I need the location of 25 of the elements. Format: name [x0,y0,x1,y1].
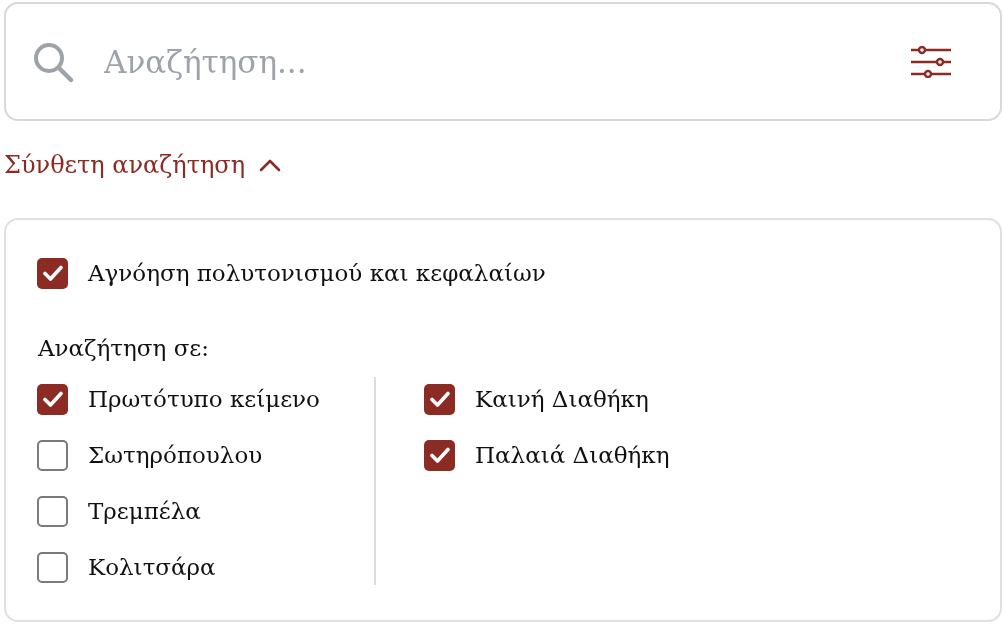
checkbox[interactable] [37,439,68,471]
checkbox-label[interactable]: Παλαιά Διαθήκη [475,442,670,468]
checkbox-label[interactable]: Καινή Διαθήκη [475,386,649,412]
checkmark-icon [429,391,450,407]
checkbox-label[interactable]: Κολιτσάρα [88,554,216,580]
checkbox-label[interactable]: Πρωτότυπο κείμενο [88,386,320,412]
advanced-search-toggle[interactable]: Σύνθετη αναζήτηση [4,151,282,179]
checkbox-label[interactable]: Αγνόηση πολυτονισμού και κεφαλαίων [88,260,546,286]
search-icon [32,40,74,83]
search-field[interactable]: Αναζήτηση... [4,2,1002,121]
section-label: Αναζήτηση σε: [38,335,210,361]
checkbox[interactable] [424,439,455,471]
checkbox[interactable] [424,383,455,415]
search-input[interactable]: Αναζήτηση... [104,36,880,87]
checkmark-icon [429,447,450,463]
checkbox[interactable] [37,383,68,415]
filter-sliders-icon[interactable] [910,45,952,78]
checkmark-icon [42,391,63,407]
chevron-up-icon [259,158,282,172]
checkbox-label[interactable]: Τρεμπέλα [88,498,201,524]
checkbox[interactable] [37,551,68,583]
checkbox[interactable] [37,257,68,289]
checkbox-label[interactable]: Σωτηρόπουλου [88,442,263,468]
checkmark-icon [42,265,63,281]
checkbox[interactable] [37,495,68,527]
